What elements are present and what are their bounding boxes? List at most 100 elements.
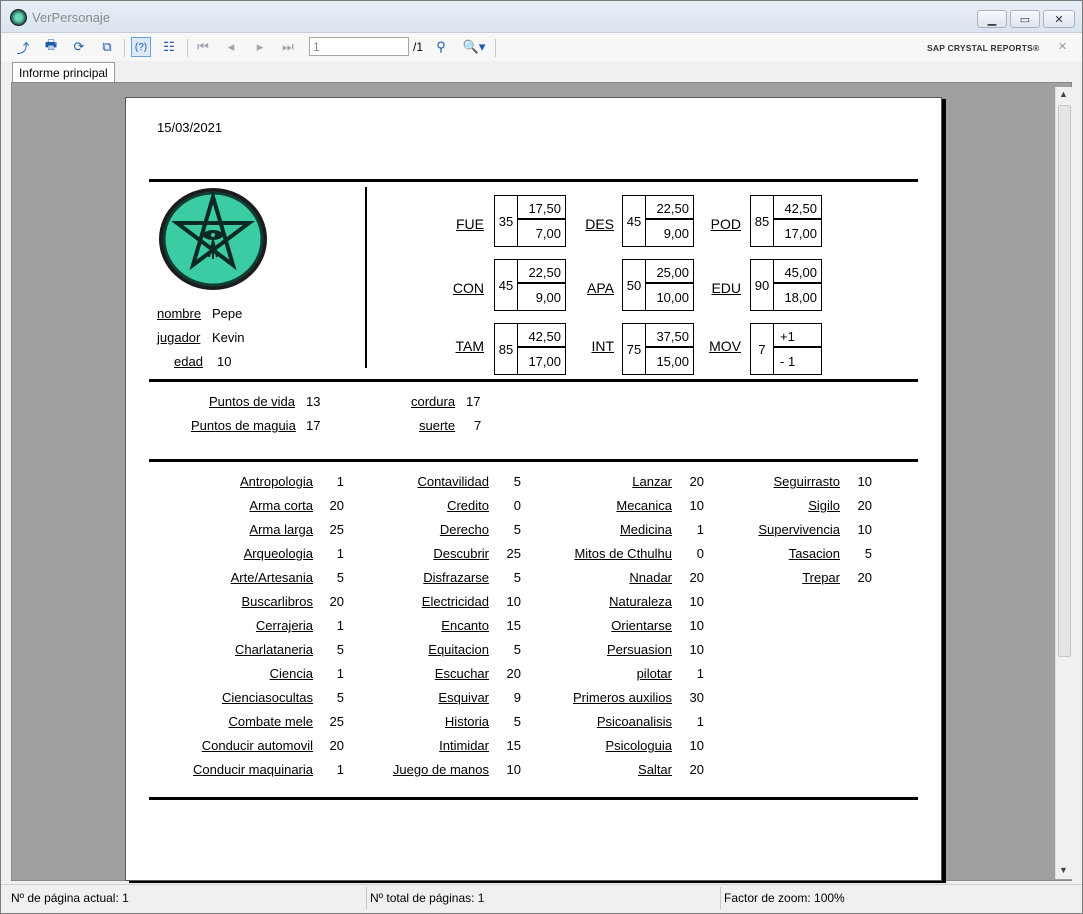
tab-informe-principal[interactable]: Informe principal (12, 62, 115, 83)
vertical-scrollbar[interactable]: ▲ ▼ (1055, 87, 1072, 879)
close-tab-icon[interactable]: ✕ (1058, 40, 1067, 53)
skill-name: Buscarlibros (241, 594, 313, 609)
stat-fifth: 15,00 (656, 354, 689, 369)
skill-value: 0 (696, 546, 704, 561)
stat-label: INT (591, 338, 614, 354)
stat-value: 45 (623, 196, 646, 246)
status-bar: Nº de página actual: 1 Nº total de págin… (1, 884, 1082, 913)
stat-value: 90 (751, 260, 774, 310)
group-tree-icon[interactable]: ☷ (159, 37, 179, 57)
first-page-icon[interactable]: ⏮ (193, 37, 213, 57)
skill-name: Disfrazarse (423, 570, 489, 585)
skill-value: 25 (506, 546, 521, 561)
skill-name: Descubrir (433, 546, 489, 561)
zoom-status: Factor de zoom: 100% (724, 891, 845, 905)
skill-name: Arma larga (249, 522, 313, 537)
stat-value: 75 (623, 324, 646, 374)
skill-value: 10 (506, 762, 521, 777)
skill-value: 10 (857, 522, 872, 537)
skill-value: 10 (689, 642, 704, 657)
skill-name: Encanto (441, 618, 489, 633)
stat-fifth: - 1 (780, 354, 796, 369)
crystal-viewer-window: VerPersonaje ▁ ▭ ✕ ⤴ 🖶 ⟳ ⧉ (?) ☷ ⏮ ◂ ▸ ⏭… (0, 0, 1083, 914)
skill-name: Arqueologia (243, 546, 313, 561)
find-icon[interactable]: ⚲ (431, 37, 451, 57)
skill-value: 5 (864, 546, 872, 561)
stat-label: POD (710, 216, 741, 232)
stat-box: 7 +1 - 1 (750, 323, 822, 375)
refresh-icon[interactable]: ⟳ (69, 37, 89, 57)
print-icon[interactable]: 🖶 (41, 37, 61, 57)
age-value: 10 (217, 354, 232, 369)
skill-name: Juego de manos (392, 762, 489, 777)
skill-value: 20 (689, 762, 704, 777)
minimize-button[interactable]: ▁ (977, 10, 1007, 28)
skill-value: 9 (513, 690, 521, 705)
scroll-up-icon[interactable]: ▲ (1059, 89, 1068, 99)
copy-icon[interactable]: ⧉ (97, 37, 117, 57)
mp-label: Puntos de maguia (191, 418, 296, 433)
maximize-button[interactable]: ▭ (1010, 10, 1040, 28)
stat-half: 42,50 (774, 196, 821, 220)
luck-value: 7 (474, 418, 482, 433)
skill-value: 5 (336, 570, 344, 585)
stat-value: 35 (495, 196, 518, 246)
scroll-thumb[interactable] (1058, 105, 1071, 657)
export-icon[interactable]: ⤴ (13, 37, 33, 57)
name-label: nombre (157, 306, 202, 321)
skill-value: 20 (506, 666, 521, 681)
skill-value: 20 (857, 570, 872, 585)
skill-value: 5 (513, 570, 521, 585)
skill-value: 5 (513, 642, 521, 657)
next-page-icon[interactable]: ▸ (250, 37, 270, 57)
skill-name: Esquivar (438, 690, 489, 705)
skill-value: 1 (696, 714, 704, 729)
skill-name: Cerrajeria (255, 618, 313, 633)
skill-name: Intimidar (439, 738, 489, 753)
stat-box: 45 22,50 9,00 (494, 259, 566, 311)
skill-name: Primeros auxilios (573, 690, 672, 705)
zoom-icon[interactable]: 🔍▾ (459, 37, 489, 57)
divider (149, 379, 918, 382)
tab-strip: Informe principal (1, 61, 1082, 83)
skill-name: Mitos de Cthulhu (574, 546, 672, 561)
brand-logo: SAP CRYSTAL REPORTS® (927, 43, 1040, 53)
skill-name: Seguirrasto (773, 474, 840, 489)
skill-name: Persuasion (606, 642, 672, 657)
skill-name: Tasacion (788, 546, 840, 561)
skill-name: Conducir automovil (201, 738, 313, 753)
stat-label: EDU (711, 280, 741, 296)
stat-box: 90 45,00 18,00 (750, 259, 822, 311)
skill-name: Naturaleza (609, 594, 672, 609)
skill-value: 20 (329, 738, 344, 753)
stat-fifth: 17,00 (528, 354, 561, 369)
help-icon[interactable]: (?) (131, 37, 151, 57)
skill-value: 15 (506, 618, 521, 633)
skill-name: Orientarse (611, 618, 672, 633)
skill-value: 20 (857, 498, 872, 513)
skill-value: 1 (336, 762, 344, 777)
skill-name: Ciencia (269, 666, 313, 681)
skill-name: Combate mele (228, 714, 313, 729)
stat-half: 42,50 (518, 324, 565, 348)
report-date: 15/03/2021 (157, 120, 223, 135)
skill-value: 20 (329, 594, 344, 609)
skill-name: Arte/Artesania (230, 570, 313, 585)
prev-page-icon[interactable]: ◂ (221, 37, 241, 57)
last-page-icon[interactable]: ⏭ (278, 37, 298, 57)
scroll-down-icon[interactable]: ▼ (1059, 865, 1068, 875)
skill-value: 25 (329, 522, 344, 537)
skill-name: Nnadar (629, 570, 672, 585)
close-button[interactable]: ✕ (1043, 10, 1075, 28)
stat-half: 17,50 (518, 196, 565, 220)
skill-name: Psicoanalisis (596, 714, 672, 729)
stat-half: 22,50 (518, 260, 565, 284)
skill-name: Conducir maquinaria (193, 762, 313, 777)
stat-half: 45,00 (774, 260, 821, 284)
divider (149, 459, 918, 462)
page-number-input[interactable] (309, 37, 409, 56)
skill-value: 10 (857, 474, 872, 489)
total-pages-status: Nº total de páginas: 1 (370, 891, 485, 905)
hp-value: 13 (306, 394, 321, 409)
mp-value: 17 (306, 418, 321, 433)
